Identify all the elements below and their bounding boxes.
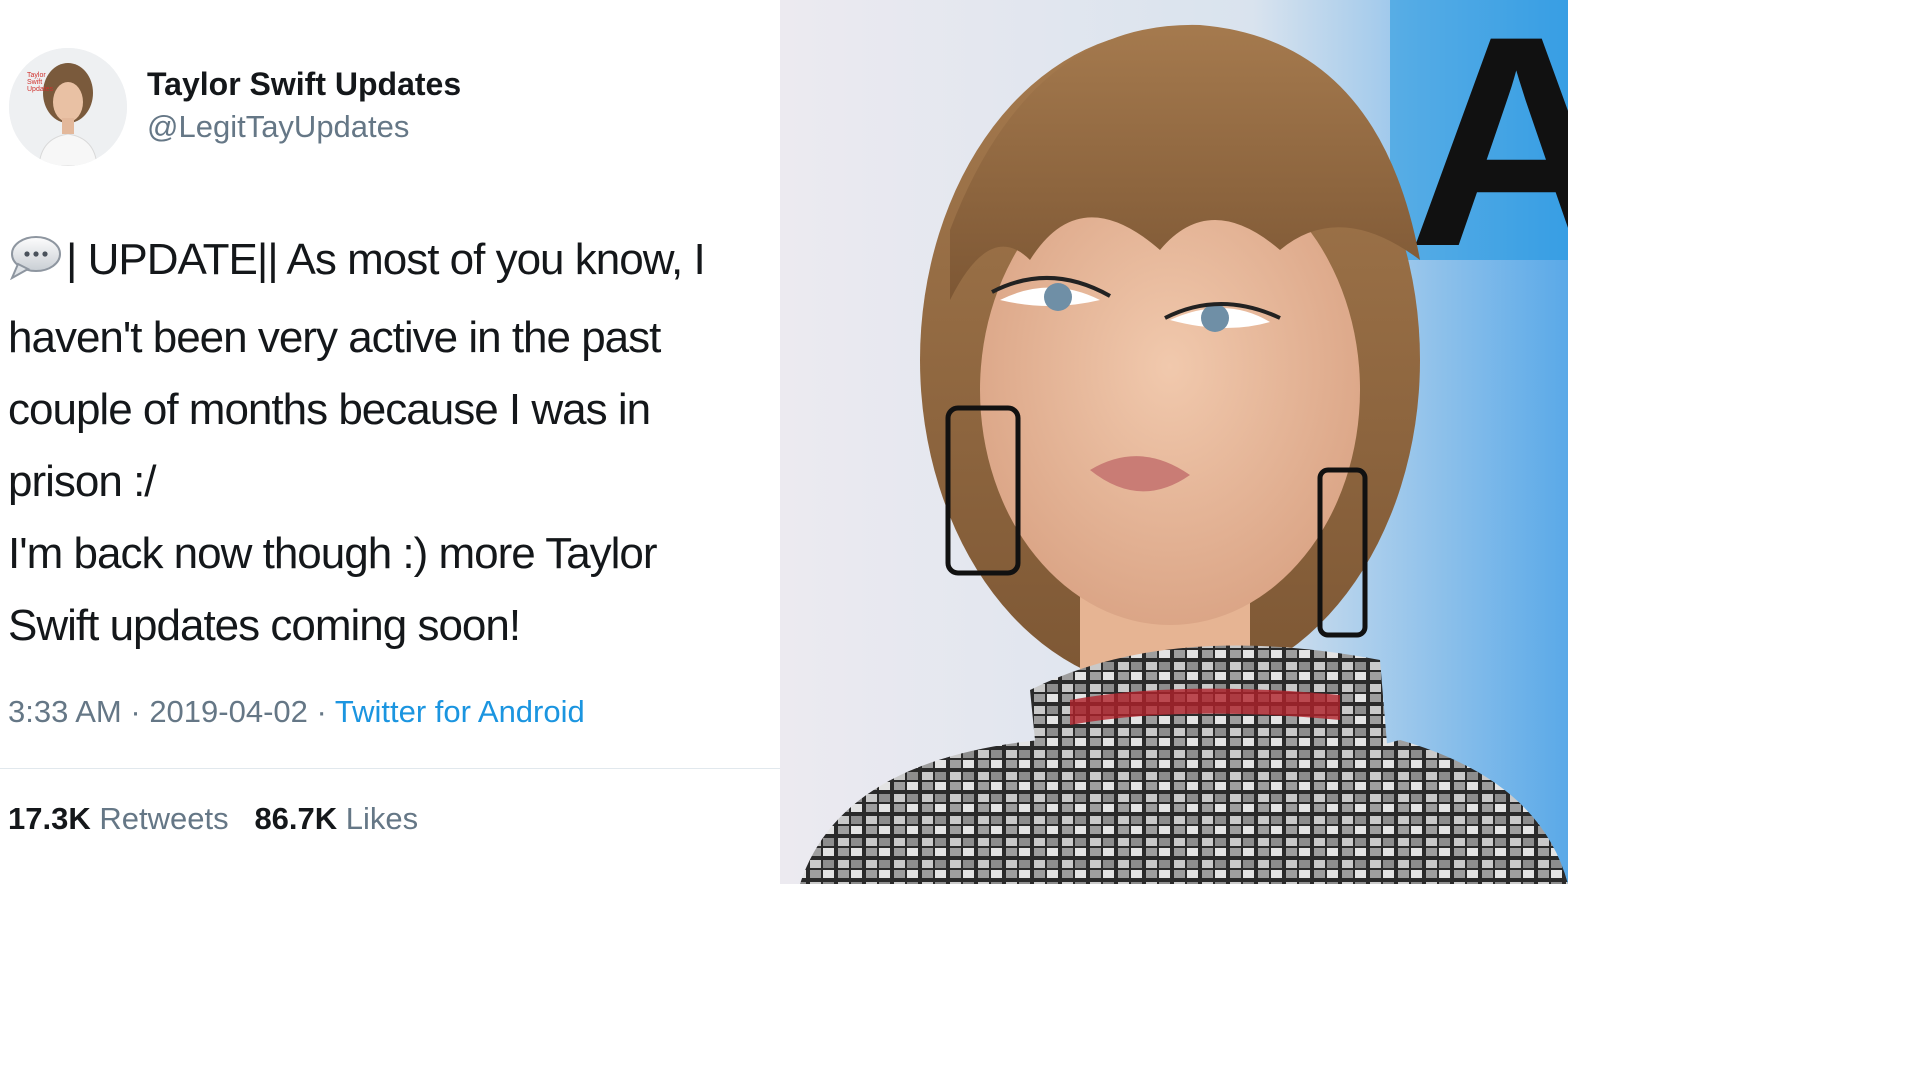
celebrity-photo: A bbox=[780, 0, 1568, 884]
avatar-caption: Taylor Swift Updates bbox=[27, 72, 54, 93]
tweet-line: couple of months because I was in bbox=[8, 385, 651, 434]
retweets-stat[interactable]: 17.3K Retweets bbox=[8, 801, 229, 836]
backdrop-letter: A bbox=[1408, 0, 1568, 309]
speech-bubble-icon bbox=[8, 230, 62, 302]
tweet-line: I'm back now though :) more Taylor bbox=[8, 529, 658, 578]
avatar[interactable]: Taylor Swift Updates bbox=[9, 48, 127, 166]
portrait-illustration: A bbox=[780, 0, 1568, 884]
tweet-stats: 17.3K Retweets 86.7K Likes bbox=[8, 801, 418, 837]
likes-stat[interactable]: 86.7K Likes bbox=[254, 801, 418, 836]
likes-count: 86.7K bbox=[254, 801, 338, 836]
username-handle[interactable]: @LegitTayUpdates bbox=[147, 109, 409, 145]
tweet-card: Taylor Swift Updates Taylor Swift Update… bbox=[0, 0, 780, 884]
tweet-metadata: 3:33 AM · 2019-04-02 · Twitter for Andro… bbox=[8, 694, 585, 730]
divider bbox=[0, 768, 780, 769]
tweet-source-link[interactable]: Twitter for Android bbox=[335, 694, 585, 729]
likes-label: Likes bbox=[345, 801, 419, 836]
tweet-line: prison :/ bbox=[8, 457, 157, 506]
display-name[interactable]: Taylor Swift Updates bbox=[147, 66, 461, 103]
tweet-line: haven't been very active in the past bbox=[8, 313, 661, 362]
tweet-time[interactable]: 3:33 AM bbox=[8, 694, 122, 729]
tweet-line: Swift updates coming soon! bbox=[8, 601, 521, 650]
tweet-text: | UPDATE|| As most of you know, I haven'… bbox=[8, 224, 773, 662]
separator-dot: · bbox=[130, 694, 150, 729]
avatar-image bbox=[9, 48, 127, 166]
retweets-label: Retweets bbox=[99, 801, 229, 836]
retweets-count: 17.3K bbox=[8, 801, 91, 836]
tweet-line: | UPDATE|| As most of you know, I bbox=[8, 224, 773, 302]
tweet-line-text: | UPDATE|| As most of you know, I bbox=[66, 235, 706, 284]
tweet-date[interactable]: 2019-04-02 bbox=[149, 694, 308, 729]
separator-dot: · bbox=[316, 694, 335, 729]
